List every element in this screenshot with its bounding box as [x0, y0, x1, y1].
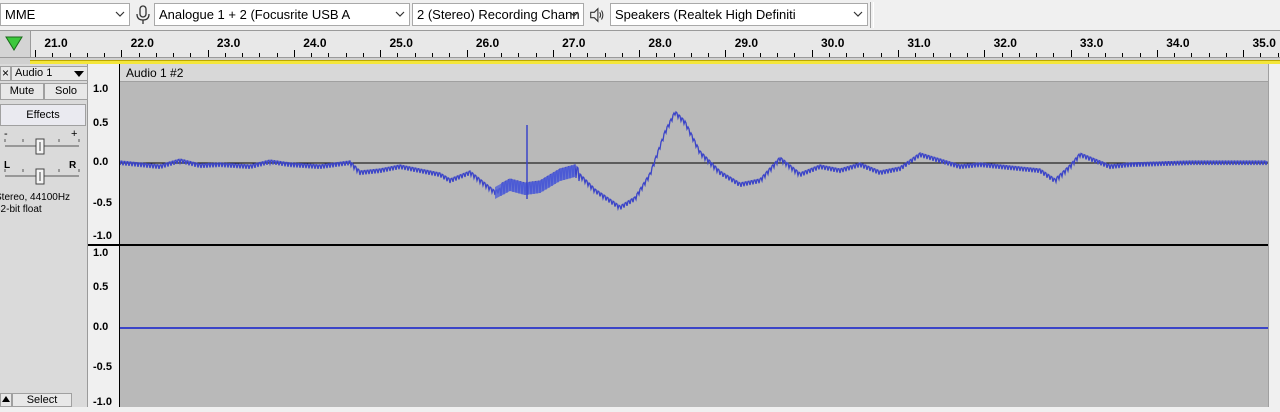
select-label: Select: [26, 394, 58, 406]
mute-label: Mute: [9, 85, 35, 97]
playback-device-value: Speakers (Realtek High Definiti: [615, 7, 796, 22]
ruler-major-tick: [552, 50, 554, 57]
track-control-panel: × Audio 1 Mute Solo Effects - + L R Ster…: [0, 64, 88, 407]
waveform-right-svg: [120, 327, 1268, 329]
chevron-down-icon: [569, 11, 579, 17]
microphone-icon: [136, 5, 150, 24]
clip-title-bar[interactable]: Audio 1 #2: [120, 64, 1268, 82]
audio-host-value: MME: [5, 7, 36, 22]
track-info: Stereo, 44100Hz 32-bit float: [0, 192, 70, 216]
chevron-down-icon: [115, 11, 125, 17]
track-close-button[interactable]: ×: [0, 66, 11, 81]
ruler-label: 21.0: [44, 36, 68, 50]
recording-device-value: Analogue 1 + 2 (Focusrite USB A: [159, 7, 351, 22]
effects-button[interactable]: Effects: [0, 104, 86, 126]
play-head-triangle-icon[interactable]: [0, 31, 30, 57]
pan-slider[interactable]: [3, 166, 81, 186]
waveform-dense-region: [495, 165, 575, 199]
ruler-label: 23.0: [216, 36, 241, 50]
ruler-label: 31.0: [907, 36, 931, 50]
vertical-ruler-label: -1.0: [93, 230, 112, 242]
effects-label: Effects: [26, 109, 60, 121]
waveform-channel-left[interactable]: [119, 82, 1268, 244]
recording-channels-select[interactable]: 2 (Stereo) Recording Chann: [412, 3, 584, 26]
track-sample-format-line: 32-bit float: [0, 204, 42, 215]
ruler-major-tick: [1070, 50, 1072, 57]
ruler-major-tick: [811, 50, 813, 57]
ruler-label: 24.0: [303, 36, 327, 50]
vertical-ruler-label: 0.5: [93, 281, 109, 293]
device-toolbar: MME Analogue 1 + 2 (Focusrite USB A 2 (S…: [0, 0, 1280, 30]
ruler-label: 29.0: [734, 36, 759, 50]
track-format-line: Stereo, 44100Hz: [0, 192, 71, 203]
vertical-ruler-label: -0.5: [93, 197, 112, 209]
ruler-major-tick: [639, 50, 641, 57]
playback-device-select[interactable]: Speakers (Realtek High Definiti: [610, 3, 868, 26]
collapse-track-button[interactable]: [0, 393, 12, 407]
track-name: Audio 1: [15, 67, 53, 79]
waveform-path: [119, 110, 1268, 212]
ruler-major-tick: [121, 50, 123, 57]
ruler-major-tick: [466, 50, 468, 57]
ruler-label: 26.0: [475, 36, 500, 50]
solo-label: Solo: [54, 85, 78, 97]
ruler-major-tick: [1156, 50, 1158, 57]
ruler-corner[interactable]: [0, 31, 31, 57]
ruler-label: 30.0: [821, 36, 845, 50]
recording-device-select[interactable]: Analogue 1 + 2 (Focusrite USB A: [154, 3, 410, 26]
recording-channels-value: 2 (Stereo) Recording Chann: [417, 7, 580, 22]
ruler-major-tick: [984, 50, 986, 57]
track-name-menu[interactable]: Audio 1: [11, 66, 88, 81]
gain-slider[interactable]: [3, 136, 81, 156]
vertical-ruler-label: 1.0: [93, 83, 109, 95]
ruler-label: 34.0: [1166, 36, 1190, 50]
audio-host-select[interactable]: MME: [0, 3, 130, 26]
speaker-icon: [590, 7, 604, 23]
collapse-arrow-icon: [2, 396, 10, 402]
vertical-scrollbar[interactable]: [1268, 64, 1280, 407]
mute-button[interactable]: Mute: [0, 83, 44, 100]
chevron-down-icon: [395, 11, 405, 17]
dropdown-arrow-icon: [74, 71, 84, 77]
toolbar-grabber[interactable]: [870, 2, 874, 28]
ruler-major-tick: [898, 50, 899, 57]
ruler-major-tick: [35, 50, 36, 57]
waveform-channel-right[interactable]: [120, 246, 1268, 407]
ruler-label: 22.0: [130, 36, 154, 50]
select-track-button[interactable]: Select: [12, 393, 72, 407]
close-icon: ×: [1, 66, 9, 80]
ruler-major-tick: [1243, 50, 1245, 57]
ruler-label: 25.0: [389, 36, 413, 50]
ruler-label: 35.0: [1252, 36, 1276, 50]
vertical-ruler-label: 0.5: [93, 117, 109, 129]
ruler-label: 27.0: [562, 36, 586, 50]
vertical-ruler-label: 0.0: [93, 156, 109, 168]
vertical-ruler-label: -1.0: [93, 396, 112, 408]
ruler-major-tick: [293, 50, 295, 57]
vertical-ruler-label: 0.0: [93, 321, 109, 333]
clip-name: Audio 1 #2: [126, 66, 184, 80]
ruler-major-tick: [725, 50, 727, 57]
ruler-label: 32.0: [993, 36, 1017, 50]
waveform-left-svg: [119, 110, 1268, 212]
ruler-label: 33.0: [1079, 36, 1104, 50]
solo-button[interactable]: Solo: [44, 83, 88, 100]
chevron-down-icon: [853, 11, 863, 17]
vertical-ruler-label: 1.0: [93, 247, 109, 259]
vertical-ruler-label: -0.5: [93, 361, 112, 373]
ruler-label: 28.0: [648, 36, 672, 50]
ruler-major-tick: [207, 50, 209, 57]
ruler-major-tick: [380, 50, 382, 57]
